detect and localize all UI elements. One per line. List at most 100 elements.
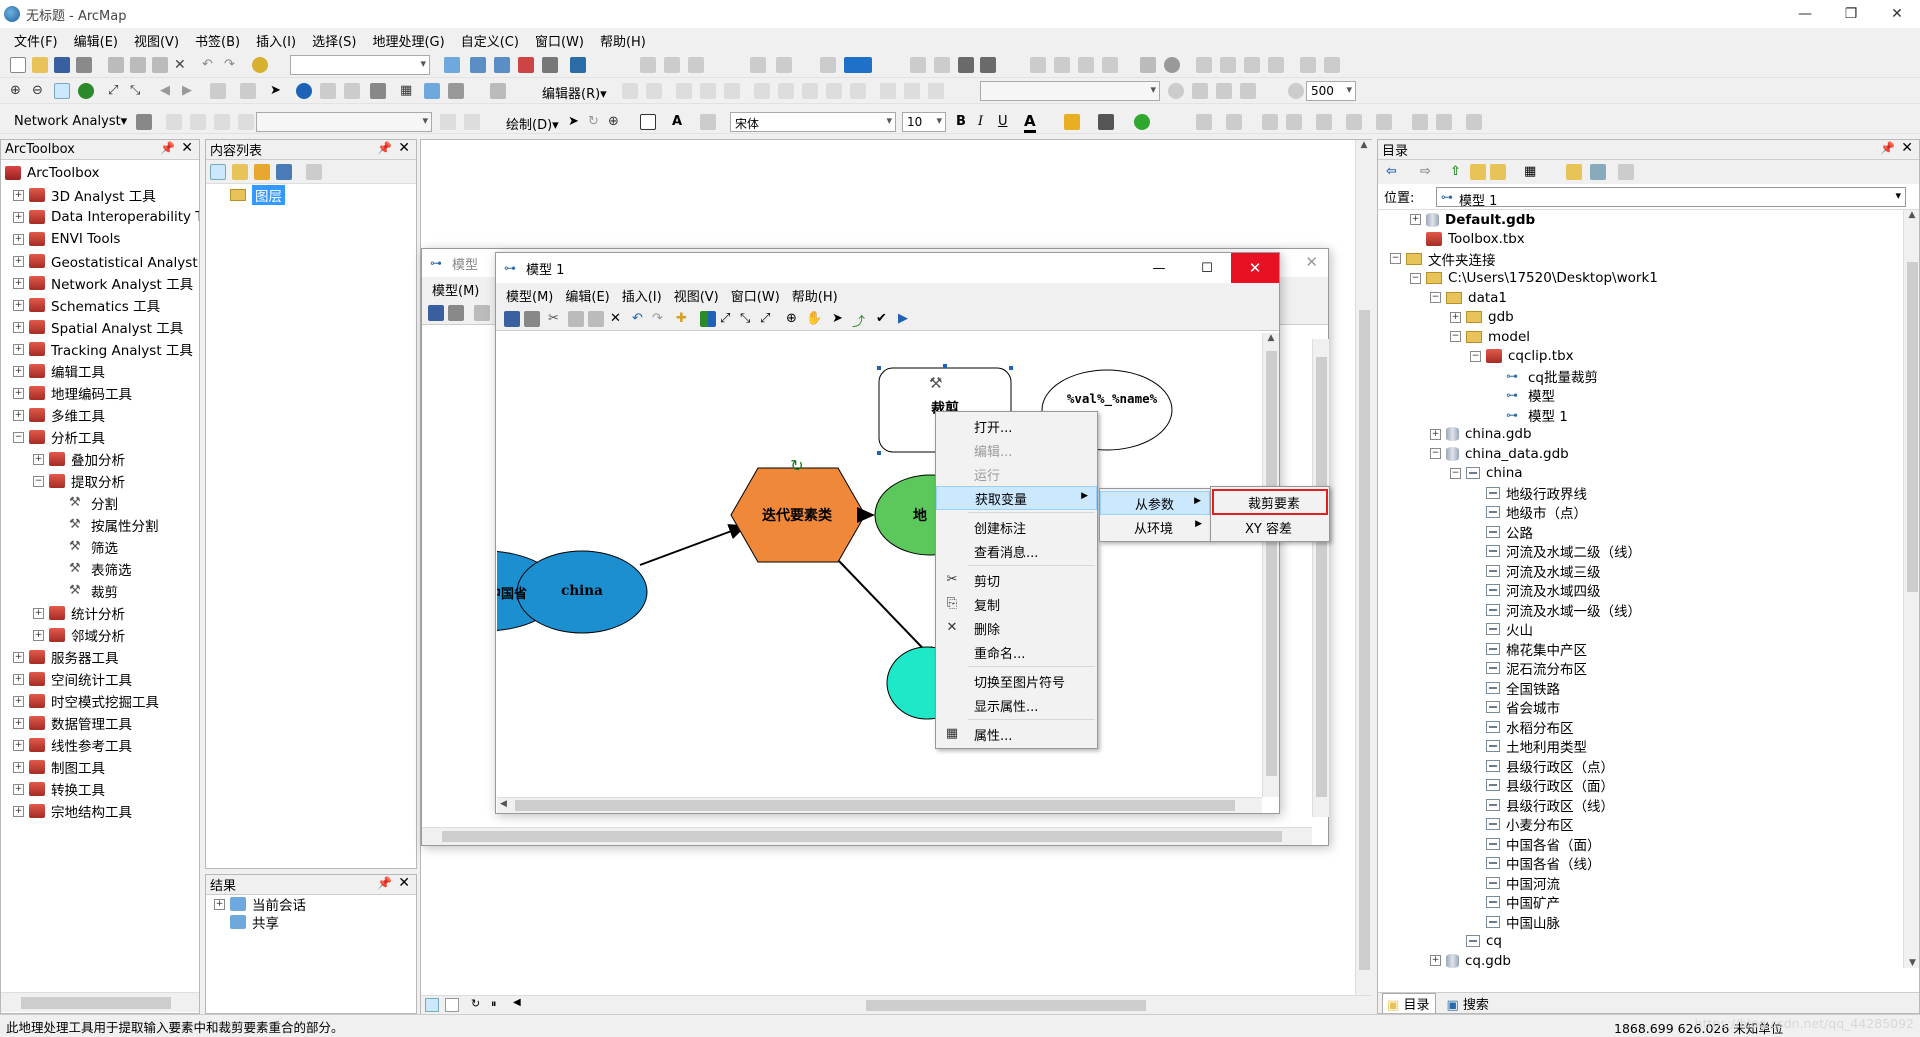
font-size-combo[interactable]: 10: [902, 112, 946, 132]
copy-icon[interactable]: [130, 57, 146, 73]
results-shared[interactable]: 共享: [206, 913, 416, 932]
toolbox-item[interactable]: ⚒ 按属性分割: [5, 514, 199, 536]
catalog-item[interactable]: − 文件夹连接: [1382, 249, 1919, 269]
forward-icon[interactable]: ⇨: [1420, 164, 1436, 180]
layout-view-icon[interactable]: [445, 998, 459, 1012]
expand-icon[interactable]: +: [13, 695, 24, 707]
expand-icon[interactable]: +: [13, 233, 24, 245]
close-icon[interactable]: ✕: [1901, 140, 1913, 156]
forward-extent-icon[interactable]: ▶: [182, 83, 198, 99]
expand-icon[interactable]: +: [13, 321, 24, 333]
zoom-in-icon[interactable]: ⊕: [10, 83, 26, 99]
scroll-thumb[interactable]: [1266, 351, 1277, 776]
catalog-item[interactable]: 河流及水域四级: [1382, 581, 1919, 600]
collapse-icon[interactable]: −: [1410, 272, 1421, 284]
catalog-item[interactable]: cq: [1382, 932, 1919, 952]
expand-icon[interactable]: +: [13, 211, 24, 223]
fixed-zoom-icon[interactable]: ⤡: [740, 311, 756, 327]
menu-bookmarks[interactable]: 书签(B): [187, 31, 248, 50]
model-canvas[interactable]: ⚒ ↻ 中国省 china 迭代要素类 地 裁剪 %val%_%name%: [497, 333, 1262, 797]
pin-icon[interactable]: 📌: [377, 876, 392, 890]
toolbox-item[interactable]: − 提取分析: [5, 470, 199, 492]
toolbox-item[interactable]: + 叠加分析: [5, 448, 199, 470]
catalog-item[interactable]: 地级市（点）: [1382, 503, 1919, 522]
scroll-thumb[interactable]: [1316, 357, 1327, 797]
expand-icon[interactable]: +: [13, 739, 24, 751]
map-vscroll[interactable]: ▲: [1355, 140, 1372, 995]
zoom-extent-icon[interactable]: ⤢: [760, 311, 776, 327]
menu-selection[interactable]: 选择(S): [304, 31, 364, 50]
font-color-button[interactable]: A: [1024, 112, 1036, 133]
text-icon[interactable]: A: [672, 114, 688, 130]
pan-icon[interactable]: ✋: [806, 311, 822, 327]
save-icon[interactable]: [428, 305, 444, 321]
context-menu-item[interactable]: 切换至图片符号: [936, 669, 1097, 693]
cut-icon[interactable]: [474, 305, 490, 321]
scroll-up-icon[interactable]: ▲: [1904, 210, 1919, 220]
model-menu-view[interactable]: 视图(V): [668, 286, 725, 305]
catalog-item[interactable]: 河流及水域二级（线）: [1382, 542, 1919, 561]
cut-icon[interactable]: [108, 57, 124, 73]
cut-icon[interactable]: ✂: [548, 311, 564, 327]
expand-icon[interactable]: +: [13, 255, 24, 267]
pan-icon[interactable]: [54, 83, 70, 99]
print-icon[interactable]: [76, 57, 92, 73]
line-color-icon[interactable]: [1098, 114, 1114, 130]
list-by-source-icon[interactable]: [232, 164, 248, 180]
catalog-item[interactable]: 中国各省（线）: [1382, 854, 1919, 873]
maximize-button[interactable]: ☐: [1183, 253, 1231, 283]
catalog-item[interactable]: 全国铁路: [1382, 678, 1919, 698]
find-icon[interactable]: ▦: [400, 83, 416, 99]
select-icon[interactable]: ➤: [832, 311, 848, 327]
menu-view[interactable]: 视图(V): [126, 31, 187, 50]
expand-icon[interactable]: +: [13, 761, 24, 773]
expand-icon[interactable]: +: [13, 673, 24, 685]
menu-file[interactable]: 文件(F): [6, 31, 66, 50]
tab-catalog[interactable]: ▣ 目录: [1382, 993, 1437, 1013]
fill-color-icon[interactable]: [1064, 114, 1080, 130]
expand-icon[interactable]: +: [13, 277, 24, 289]
toolbox-item[interactable]: + 空间统计工具: [5, 668, 199, 690]
model-menu-window[interactable]: 窗口(W): [725, 286, 786, 305]
save-icon[interactable]: [504, 311, 520, 327]
collapse-icon[interactable]: −: [1450, 467, 1461, 479]
pause-icon[interactable]: ⏸: [491, 997, 497, 1011]
scroll-thumb[interactable]: [21, 997, 171, 1009]
print-preview-icon[interactable]: [958, 57, 974, 73]
catalog-item[interactable]: 地级行政界线: [1382, 483, 1919, 503]
close-button[interactable]: ✕: [1874, 0, 1920, 28]
scroll-down-icon[interactable]: ▼: [1904, 958, 1919, 968]
scroll-up-icon[interactable]: ▲: [1356, 140, 1372, 150]
expand-icon[interactable]: +: [1410, 214, 1421, 226]
model-menu-model[interactable]: 模型(M): [500, 286, 559, 305]
scroll-thumb[interactable]: [515, 800, 1235, 811]
toolbox-item[interactable]: ⚒ 分割: [5, 492, 199, 514]
clip-features-item[interactable]: 裁剪要素: [1212, 489, 1328, 515]
auto-layout-icon[interactable]: [700, 311, 716, 327]
run-icon[interactable]: ▶: [898, 311, 914, 327]
catalog-item[interactable]: 泥石流分布区: [1382, 659, 1919, 678]
expand-icon[interactable]: +: [13, 299, 24, 311]
catalog-item[interactable]: 中国河流: [1382, 873, 1919, 893]
catalog-item[interactable]: 县级行政区（点）: [1382, 756, 1919, 776]
selection-handle[interactable]: [877, 366, 881, 370]
html-popup-icon[interactable]: [344, 83, 360, 99]
catalog-item[interactable]: 中国矿产: [1382, 893, 1919, 912]
xy-tolerance-item[interactable]: XY 容差: [1211, 515, 1329, 539]
save-icon[interactable]: [54, 57, 70, 73]
toolbox-item[interactable]: + Spatial Analyst 工具: [5, 316, 199, 338]
toolbox-item[interactable]: + 宗地结构工具: [5, 800, 199, 822]
data-view-icon[interactable]: [425, 998, 439, 1012]
measure-icon[interactable]: [370, 83, 386, 99]
pin-icon[interactable]: 📌: [377, 141, 392, 155]
paste-icon[interactable]: [152, 57, 168, 73]
expand-icon[interactable]: +: [13, 365, 24, 377]
clear-selection-icon[interactable]: [240, 83, 256, 99]
close-icon[interactable]: ✕: [398, 875, 410, 891]
scroll-thumb[interactable]: [866, 1000, 1146, 1011]
toolbox-item[interactable]: + Tracking Analyst 工具: [5, 338, 199, 360]
add-data-icon[interactable]: ✚: [676, 311, 692, 327]
list-by-visibility-icon[interactable]: [254, 164, 270, 180]
toolbox-item[interactable]: ⚒ 筛选: [5, 536, 199, 558]
expand-icon[interactable]: +: [13, 387, 24, 399]
